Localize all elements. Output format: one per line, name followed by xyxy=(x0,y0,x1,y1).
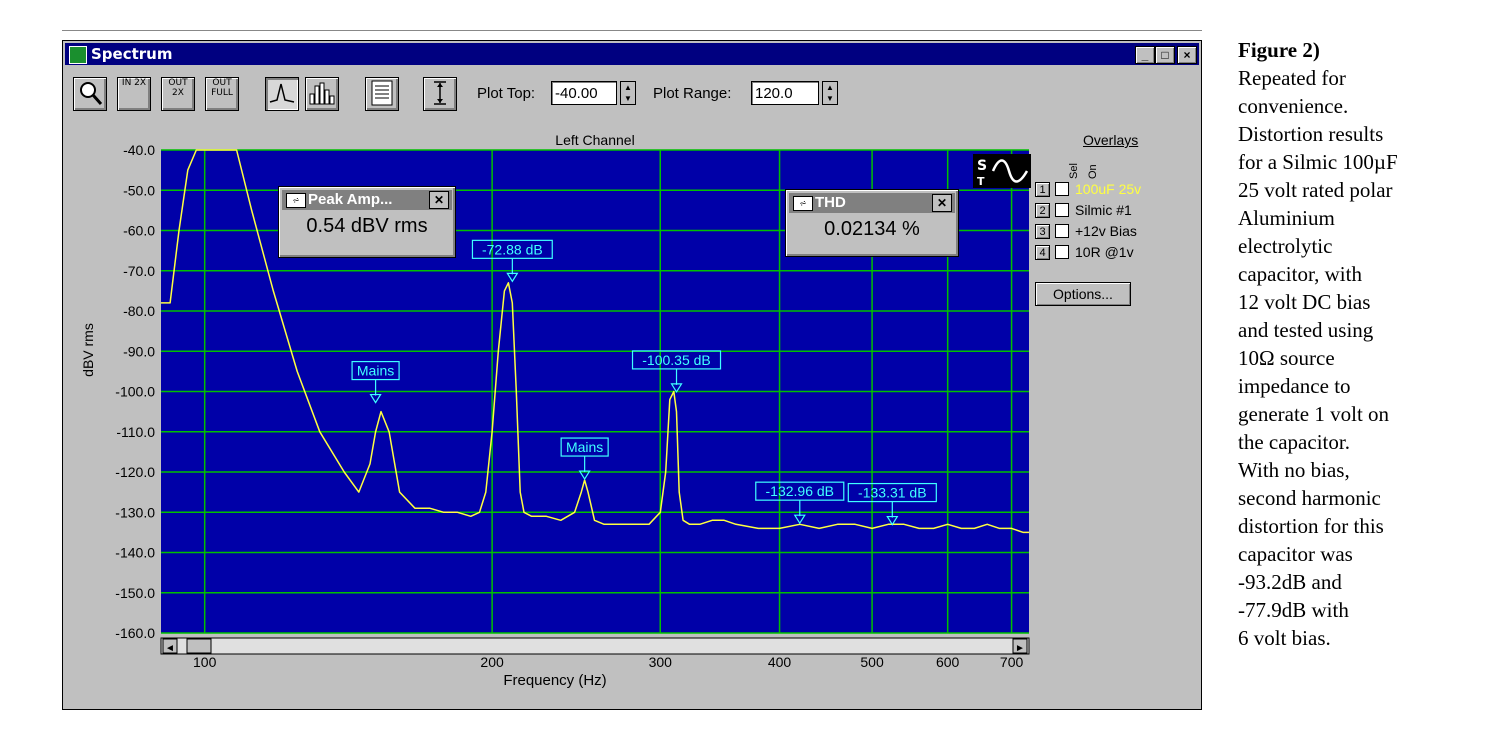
peak-popup-titlebar: ⩫ Peak Amp... ✕ xyxy=(282,190,452,210)
caption-line: Distortion results xyxy=(1238,122,1384,146)
scroll-left-arrow-icon: ◄ xyxy=(165,643,175,654)
overlay-on-checkbox[interactable] xyxy=(1055,182,1069,196)
scope-logo-icon: ST xyxy=(973,154,1031,188)
y-tick-label: -160.0 xyxy=(115,625,155,641)
caption-line: Aluminium xyxy=(1238,206,1335,230)
overlays-title: Overlays xyxy=(1083,132,1139,148)
y-tick-label: -150.0 xyxy=(115,585,155,601)
x-tick-label: 200 xyxy=(480,654,504,670)
peak-popup-close-icon[interactable]: ✕ xyxy=(429,191,449,209)
overlay-on-checkbox[interactable] xyxy=(1055,245,1069,259)
caption-line: 12 volt DC bias xyxy=(1238,290,1371,314)
overlay-select-button[interactable]: 4 xyxy=(1035,245,1050,260)
caption-line: generate 1 volt on xyxy=(1238,402,1390,426)
y-tick-label: -60.0 xyxy=(123,223,155,239)
x-tick-label: 100 xyxy=(193,654,217,670)
scroll-right-arrow-icon: ► xyxy=(1015,643,1025,654)
caption-line: the capacitor. xyxy=(1238,430,1350,454)
caption-body: Repeated for convenience. Distortion resul… xyxy=(1238,64,1493,652)
marker-label: -72.88 dB xyxy=(482,241,543,257)
caption-line: electrolytic xyxy=(1238,234,1333,258)
caption-line: convenience. xyxy=(1238,94,1349,118)
overlay-name: 100uF 25v xyxy=(1075,181,1142,197)
x-axis-label: Frequency (Hz) xyxy=(503,672,606,689)
channel-title: Left Channel xyxy=(555,132,634,148)
x-tick-label: 400 xyxy=(768,654,792,670)
overlay-on-checkbox[interactable] xyxy=(1055,224,1069,238)
caption-line: impedance to xyxy=(1238,374,1351,398)
overlay-on-checkbox[interactable] xyxy=(1055,203,1069,217)
overlay-select-button[interactable]: 1 xyxy=(1035,182,1050,197)
thd-value: 0.02134 % xyxy=(824,218,920,240)
y-tick-label: -70.0 xyxy=(123,263,155,279)
marker-label: -100.35 dB xyxy=(642,352,711,368)
peak-amplitude-popup[interactable]: ⩫ Peak Amp... ✕ 0.54 dBV rms xyxy=(278,186,456,258)
y-tick-label: -80.0 xyxy=(123,303,155,319)
caption-heading: Figure 2) xyxy=(1238,38,1320,62)
caption-line: second harmonic xyxy=(1238,486,1381,510)
caption-line: 25 volt rated polar xyxy=(1238,178,1393,202)
thd-popup-close-icon[interactable]: ✕ xyxy=(932,194,952,212)
options-button[interactable]: Options... xyxy=(1035,282,1131,306)
svg-text:S: S xyxy=(977,158,987,174)
peak-popup-title: Peak Amp... xyxy=(308,191,393,208)
marker-label: -132.96 dB xyxy=(766,483,835,499)
overlay-select-button[interactable]: 2 xyxy=(1035,203,1050,218)
y-tick-label: -90.0 xyxy=(123,343,155,359)
marker-label: -133.31 dB xyxy=(858,485,927,501)
overlay-name: 10R @1v xyxy=(1075,244,1134,260)
overlay-select-button[interactable]: 3 xyxy=(1035,224,1050,239)
overlay-name: +12v Bias xyxy=(1075,223,1137,239)
y-tick-label: -120.0 xyxy=(115,464,155,480)
caption-line: Repeated for xyxy=(1238,66,1346,90)
horizontal-scrollbar[interactable] xyxy=(160,637,1030,655)
window-top-rule xyxy=(62,30,1202,31)
overlay-name: Silmic #1 xyxy=(1075,202,1132,218)
y-tick-label: -100.0 xyxy=(115,384,155,400)
x-tick-label: 500 xyxy=(860,654,884,670)
marker-label: Mains xyxy=(566,439,603,455)
y-axis-label: dBV rms xyxy=(80,323,96,377)
caption-line: and tested using xyxy=(1238,318,1374,342)
marker-label: Mains xyxy=(357,363,394,379)
figure-caption: Figure 2) Repeated for convenience. Distor… xyxy=(1238,36,1493,652)
thd-popup-title: THD xyxy=(815,194,846,211)
peak-amplitude-value: 0.54 dBV rms xyxy=(306,215,428,237)
caption-line: capacitor was xyxy=(1238,542,1353,566)
x-tick-label: 700 xyxy=(1000,654,1024,670)
overlays-col-on: On xyxy=(1087,164,1099,179)
caption-line: 10Ω source xyxy=(1238,346,1335,370)
thd-popup[interactable]: ⩫ THD ✕ 0.02134 % xyxy=(785,189,959,257)
caption-line: distortion for this xyxy=(1238,514,1384,538)
y-tick-label: -110.0 xyxy=(116,424,155,440)
caption-line: With no bias, xyxy=(1238,458,1350,482)
waveform-icon: ⩫ xyxy=(286,193,306,208)
caption-line: 6 volt bias. xyxy=(1238,626,1331,650)
caption-line: for a Silmic 100µF xyxy=(1238,150,1398,174)
caption-line: -93.2dB and xyxy=(1238,570,1342,594)
spectrum-window: Spectrum _ □ × IN 2X OUT 2X OUT FULL Plo… xyxy=(62,40,1202,710)
y-tick-label: -50.0 xyxy=(123,182,155,198)
spectrum-plot[interactable]: Left Channel -40.0 -50.0 -60.0 -70.0 -80.0 -90… xyxy=(63,41,1199,707)
waveform-icon: ⩫ xyxy=(793,196,813,211)
thd-popup-titlebar: ⩫ THD ✕ xyxy=(789,193,955,213)
x-tick-label: 600 xyxy=(936,654,960,670)
y-tick-label: -130.0 xyxy=(115,504,155,520)
scroll-thumb[interactable] xyxy=(186,638,212,654)
y-tick-label: -40.0 xyxy=(123,142,155,158)
caption-line: capacitor, with xyxy=(1238,262,1362,286)
y-tick-label: -140.0 xyxy=(115,545,155,561)
caption-line: -77.9dB with xyxy=(1238,598,1349,622)
svg-text:T: T xyxy=(977,175,985,188)
x-tick-label: 300 xyxy=(649,654,673,670)
